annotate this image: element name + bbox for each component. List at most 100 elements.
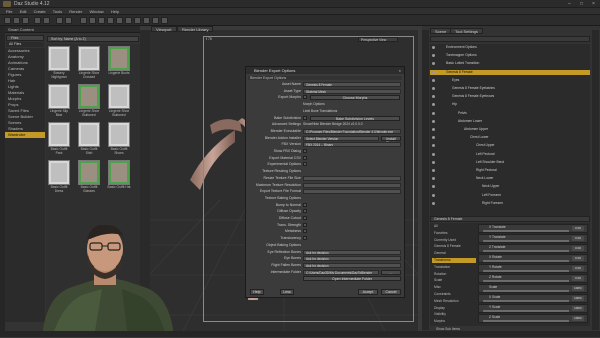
scene-node[interactable]: Hip (430, 102, 590, 107)
menu-help[interactable]: Help (111, 8, 119, 15)
visibility-eye-icon[interactable] (432, 46, 435, 49)
slider-track[interactable] (483, 270, 569, 272)
visibility-eye-icon[interactable] (432, 95, 435, 99)
scene-node[interactable]: Eyes (430, 78, 590, 83)
right-collapsed-tabs[interactable] (422, 30, 429, 330)
slider-track[interactable] (483, 230, 569, 232)
option-field[interactable]: Select Blender Version (303, 135, 379, 141)
render-settings-icon[interactable] (65, 17, 72, 24)
parameters-node-header[interactable]: Genesis 8 Female (430, 216, 590, 222)
visibility-eye-icon[interactable] (432, 193, 435, 197)
option-field[interactable]: Ask for decision (303, 249, 401, 255)
option-checkbox[interactable] (303, 155, 307, 160)
parameter-category[interactable]: Constraints (432, 292, 476, 297)
accept-button[interactable]: Accept (358, 289, 378, 295)
parameter-slider[interactable]: Z Scale 100% (478, 314, 588, 323)
translate-tool-icon[interactable] (98, 17, 105, 24)
parameter-slider[interactable]: X Rotate 0.00 (478, 254, 588, 263)
parameter-category[interactable]: Scale (432, 278, 476, 283)
parameter-category[interactable]: Visibility (432, 312, 476, 317)
option-field[interactable]: Ask for decision (303, 256, 401, 262)
visibility-eye-icon[interactable] (432, 78, 435, 82)
scene-node[interactable]: Abdomen Lower (430, 119, 590, 124)
maximize-button[interactable]: □ (580, 1, 583, 7)
parameter-value[interactable]: 100% (572, 286, 584, 291)
far-right-tabs[interactable] (592, 30, 599, 330)
parameter-category[interactable]: Morphs (432, 319, 476, 324)
parameter-slider[interactable]: X Translate 0.00 (478, 224, 588, 233)
product-thumbnail[interactable] (108, 84, 130, 109)
parameter-slider[interactable]: X Scale 100% (478, 294, 588, 303)
less-button[interactable]: Less (280, 289, 294, 295)
parameter-slider[interactable]: Z Rotate 0.00 (478, 274, 588, 283)
parameter-category[interactable]: Transforms (432, 258, 476, 263)
menu-tools[interactable]: Tools (53, 8, 62, 15)
parameter-slider[interactable]: Y Rotate 0.00 (478, 264, 588, 273)
visibility-eye-icon[interactable] (432, 62, 435, 66)
visibility-eye-icon[interactable] (432, 169, 435, 172)
option-field[interactable]: Genesis 8 Female (303, 82, 401, 87)
node-weight-icon[interactable] (125, 17, 132, 24)
menu-create[interactable]: Create (34, 8, 46, 15)
slider-track[interactable] (483, 310, 569, 312)
scene-node[interactable]: Chest Upper (430, 143, 590, 148)
option-button[interactable]: Choose Morphs (310, 95, 400, 101)
visibility-eye-icon[interactable] (432, 87, 435, 90)
visibility-eye-icon[interactable] (432, 144, 435, 148)
option-checkbox[interactable] (303, 115, 307, 120)
product-thumbnail[interactable] (48, 160, 70, 185)
option-field[interactable]: Ask for decision (303, 262, 401, 268)
product-thumbnail[interactable] (108, 46, 130, 71)
option-checkbox[interactable] (303, 216, 307, 220)
parameter-category[interactable]: Currently Used (432, 238, 476, 243)
visibility-eye-icon[interactable] (432, 119, 435, 123)
select-tool-icon[interactable] (80, 17, 87, 24)
visibility-eye-icon[interactable] (432, 152, 435, 156)
product-thumbnail[interactable] (78, 84, 100, 109)
spot-render-icon[interactable] (161, 17, 168, 24)
parameter-value[interactable]: 100% (572, 296, 584, 301)
parameter-category[interactable]: Display (432, 306, 476, 311)
rotate-tool-icon[interactable] (89, 17, 96, 24)
slider-track[interactable] (483, 290, 569, 292)
option-checkbox[interactable] (303, 95, 307, 100)
parameter-value[interactable]: 0.00 (572, 236, 584, 241)
scene-search-bar[interactable] (430, 36, 590, 42)
cancel-button[interactable]: Cancel (381, 289, 401, 295)
save-icon[interactable] (22, 17, 29, 24)
scene-node[interactable]: Pelvis (430, 111, 590, 116)
universal-tool-icon[interactable] (116, 17, 123, 24)
visibility-eye-icon[interactable] (432, 160, 435, 164)
option-checkbox[interactable] (303, 202, 307, 207)
close-button[interactable]: × (592, 1, 595, 7)
menu-render[interactable]: Render (69, 8, 82, 15)
parameter-slider[interactable]: Y Translate 0.00 (478, 234, 588, 243)
product-thumbnail[interactable] (48, 84, 70, 109)
parameter-value[interactable]: 100% (572, 306, 584, 311)
scene-node[interactable]: Left Pectoral (430, 152, 590, 157)
visibility-eye-icon[interactable] (432, 54, 435, 58)
parameter-slider[interactable]: Z Translate 0.00 (478, 244, 588, 253)
dialog-close-icon[interactable]: × (399, 67, 401, 74)
option-checkbox[interactable] (303, 236, 307, 241)
geometry-editor-icon[interactable] (143, 17, 150, 24)
visibility-eye-icon[interactable] (432, 103, 435, 107)
scene-node[interactable]: Right Pectoral (430, 168, 590, 173)
product-thumbnail[interactable] (48, 122, 70, 147)
help-button[interactable]: Help (250, 289, 264, 295)
option-checkbox[interactable] (303, 162, 307, 167)
tab-tool-settings[interactable]: Tool Settings (450, 28, 483, 34)
slider-track[interactable] (483, 240, 569, 242)
scene-node[interactable]: Abdomen Upper (430, 127, 590, 132)
joint-editor-icon[interactable] (134, 17, 141, 24)
scene-node[interactable]: Left Forearm (430, 193, 590, 198)
surface-selection-icon[interactable] (152, 17, 159, 24)
visibility-eye-icon[interactable] (432, 177, 435, 181)
sort-dropdown[interactable]: Sort by: Name (A to Z) (47, 36, 139, 42)
open-icon[interactable] (13, 17, 20, 24)
undo-icon[interactable] (34, 17, 41, 24)
product-thumbnail[interactable] (108, 160, 130, 185)
parameter-category[interactable]: Misc (432, 285, 476, 290)
parameter-category[interactable]: Translation (432, 265, 476, 270)
parameter-value[interactable]: 0.00 (572, 256, 584, 261)
